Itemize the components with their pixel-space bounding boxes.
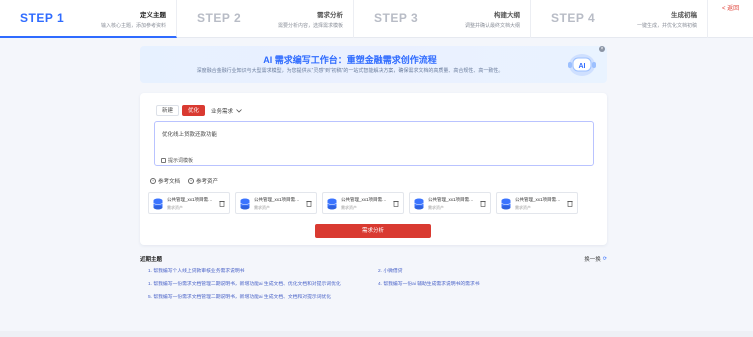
- file-name: 公共管理_xx1项目需求说明书: [428, 197, 474, 202]
- steps-bar: STEP 1 定义主题 输入核心主题，添加参考资料 STEP 2 需求分析 需要…: [0, 0, 753, 38]
- reference-doc-label: 参考文档: [158, 179, 181, 185]
- database-icon: [327, 198, 337, 210]
- chevron-down-icon: [236, 108, 242, 113]
- step-number: STEP 3: [374, 11, 419, 25]
- step-subtitle: 需要分析内容，选择需求模板: [277, 23, 343, 29]
- mode-tabs: 新建 优化 业务需求: [156, 105, 242, 116]
- step-title: 需求分析: [317, 12, 343, 19]
- recent-topic-item[interactable]: 1. 帮我编写个人线上贷款审核业务需求说明书: [148, 267, 244, 274]
- step-number: STEP 4: [551, 11, 596, 25]
- reference-asset-button[interactable]: + 参考资产: [188, 177, 218, 185]
- step-number: STEP 2: [197, 11, 242, 25]
- file-meta: 需求资产: [341, 205, 357, 210]
- close-icon[interactable]: ×: [599, 46, 605, 52]
- topic-input-text[interactable]: 优化线上贷款还款功能: [162, 130, 217, 138]
- refresh-icon: ⟳: [602, 256, 607, 262]
- file-name: 公共管理_xx1项目需求说明书: [254, 197, 300, 202]
- step-number: STEP 1: [20, 11, 65, 25]
- file-name: 公共管理_xx1项目需求说明书: [341, 197, 387, 202]
- banner-title: AI 需求编写工作台：重塑金融需求创作流程: [263, 55, 437, 65]
- recent-topics-header: 近期主题 换一换 ⟳: [140, 255, 607, 265]
- step-2[interactable]: STEP 2 需求分析 需要分析内容，选择需求模板: [177, 0, 354, 38]
- file-meta: 需求资产: [254, 205, 270, 210]
- recent-topics-title: 近期主题: [140, 257, 163, 263]
- prompt-template-button[interactable]: 提示词模板: [161, 157, 193, 164]
- trash-icon[interactable]: [393, 200, 399, 207]
- file-card[interactable]: 公共管理_xx1项目需求说明书 需求资产: [235, 192, 317, 214]
- intro-banner: AI 需求编写工作台：重塑金融需求创作流程 深度融合金融行业知识与大型需求模型，…: [140, 46, 607, 83]
- file-card[interactable]: 公共管理_xx1项目需求说明书 需求资产: [409, 192, 491, 214]
- plus-icon: +: [188, 178, 195, 184]
- file-meta: 需求资产: [167, 205, 183, 210]
- trash-icon[interactable]: [219, 200, 225, 207]
- file-meta: 需求资产: [428, 205, 444, 210]
- step-3[interactable]: STEP 3 构建大纲 调整并确认最终文档大纲: [354, 0, 531, 38]
- type-dropdown[interactable]: 业务需求: [211, 107, 242, 115]
- step-4[interactable]: STEP 4 生成初稿 一键生成，并优化文档初稿: [531, 0, 708, 38]
- step-title: 定义主题: [140, 12, 166, 19]
- refresh-topics-button[interactable]: 换一换 ⟳: [584, 255, 607, 263]
- step-title: 生成初稿: [671, 12, 697, 19]
- file-name: 公共管理_xx1项目需求说明书: [515, 197, 561, 202]
- refresh-topics-label: 换一换: [584, 257, 601, 263]
- recent-topic-item[interactable]: 2. 小微借贷: [378, 267, 403, 274]
- banner-subtitle: 深度融合金融行业知识与大型需求模型，为您提供从“灵感”到“初稿”的一站式智能解决…: [196, 68, 504, 74]
- file-card[interactable]: 公共管理_xx1项目需求说明书 需求资产: [148, 192, 230, 214]
- file-card[interactable]: 公共管理_xx1项目需求说明书 需求资产: [496, 192, 578, 214]
- plus-icon: +: [150, 178, 156, 184]
- tab-optimize[interactable]: 优化: [182, 105, 206, 116]
- database-icon: [501, 198, 511, 210]
- recent-topic-item[interactable]: 5. 帮我编写一份需求文档管理二期说明书，新增功能ai 生成文档、文档和对提示词…: [148, 293, 331, 300]
- file-name: 公共管理_xx1项目需求说明书: [167, 197, 213, 202]
- step-subtitle: 调整并确认最终文档大纲: [464, 23, 520, 29]
- attached-files: 公共管理_xx1项目需求说明书 需求资产 公共管理_xx1项目需求说明书 需求资…: [148, 192, 578, 214]
- topic-card: 新建 优化 业务需求 优化线上贷款还款功能 提示词模板 + 参考文档 + 参考资…: [140, 93, 607, 245]
- recent-topic-item[interactable]: 4. 帮我编写一份ai 辅助生成需求说明书的需求书: [378, 280, 480, 287]
- prompt-template-label: 提示词模板: [168, 158, 194, 164]
- recent-topic-item[interactable]: 1. 帮我编写一份需求文档管理二期说明书，新增功能ai 生成文档、优化文档和对提…: [148, 280, 341, 287]
- trash-icon[interactable]: [306, 200, 312, 207]
- robot-label: AI: [579, 63, 586, 70]
- step-subtitle: 一键生成，并优化文档初稿: [636, 23, 697, 29]
- reference-actions: + 参考文档 + 参考资产: [150, 177, 218, 185]
- trash-icon[interactable]: [480, 200, 486, 207]
- type-dropdown-label: 业务需求: [211, 108, 234, 115]
- analyze-button[interactable]: 需求分析: [315, 224, 431, 238]
- bottom-bar: [0, 331, 753, 337]
- database-icon: [153, 198, 163, 210]
- step-subtitle: 输入核心主题，添加参考资料: [100, 23, 166, 29]
- database-icon: [414, 198, 424, 210]
- tab-new[interactable]: 新建: [156, 105, 180, 116]
- topic-input[interactable]: 优化线上贷款还款功能 提示词模板: [154, 121, 594, 166]
- template-icon: [161, 158, 166, 163]
- back-link[interactable]: < 返回: [722, 3, 739, 12]
- file-meta: 需求资产: [515, 205, 531, 210]
- ai-robot-icon: AI: [568, 54, 596, 76]
- reference-asset-label: 参考资产: [196, 179, 219, 185]
- trash-icon[interactable]: [567, 200, 573, 207]
- step-1[interactable]: STEP 1 定义主题 输入核心主题，添加参考资料: [0, 0, 177, 38]
- file-card[interactable]: 公共管理_xx1项目需求说明书 需求资产: [322, 192, 404, 214]
- database-icon: [240, 198, 250, 210]
- reference-doc-button[interactable]: + 参考文档: [150, 177, 180, 185]
- step-title: 构建大纲: [494, 12, 520, 19]
